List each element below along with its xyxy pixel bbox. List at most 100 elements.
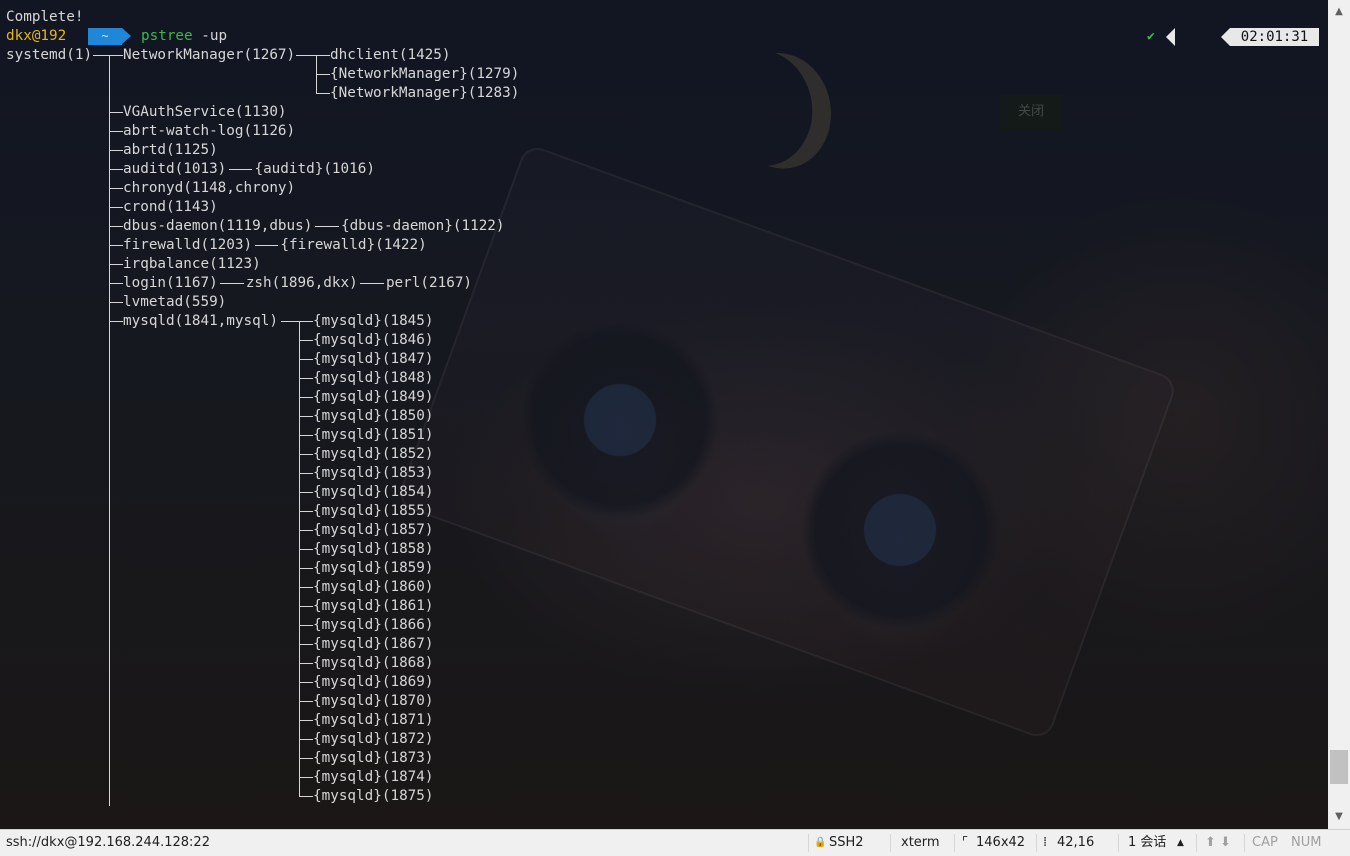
terminal-window[interactable]: 关闭 Complete! dkx@192 ~ pstree -up ✔ 02:0… bbox=[0, 0, 1328, 829]
tree-process: {mysqld}(1873) bbox=[313, 750, 434, 766]
tree-branch-line bbox=[299, 359, 313, 360]
command-args: -up bbox=[192, 28, 228, 44]
tree-process: {mysqld}(1859) bbox=[313, 560, 434, 576]
tree-process: {firewalld}(1422) bbox=[280, 237, 427, 253]
background-cassette-image bbox=[395, 142, 1179, 742]
tree-branch-line bbox=[299, 701, 313, 702]
tree-branch-line bbox=[109, 226, 123, 227]
tree-process: {mysqld}(1874) bbox=[313, 769, 434, 785]
tree-process: zsh(1896,dkx) bbox=[245, 275, 358, 291]
tree-branch-line bbox=[109, 302, 123, 303]
tree-branch-line bbox=[109, 112, 123, 113]
tree-branch-line bbox=[254, 245, 279, 246]
tree-branch-line bbox=[299, 492, 313, 493]
scroll-down-icon[interactable]: ▼ bbox=[1328, 807, 1350, 827]
prompt-user-host: dkx@192 bbox=[6, 28, 67, 44]
tree-branch-line bbox=[299, 416, 313, 417]
tree-process: VGAuthService(1130) bbox=[123, 104, 287, 120]
scrollbar-thumb[interactable] bbox=[1330, 750, 1348, 784]
terminal-type: xterm bbox=[901, 835, 940, 850]
tree-branch-line bbox=[299, 530, 313, 531]
tree-process: {mysqld}(1851) bbox=[313, 427, 434, 443]
lock-icon: 🔒 bbox=[814, 837, 827, 848]
tree-branch-line bbox=[299, 758, 313, 759]
tree-process: auditd(1013) bbox=[123, 161, 227, 177]
tree-process: {mysqld}(1875) bbox=[313, 788, 434, 804]
tree-process: {mysqld}(1847) bbox=[313, 351, 434, 367]
tree-root-process: systemd(1) bbox=[6, 47, 93, 63]
tree-branch-line bbox=[228, 169, 253, 170]
tree-branch-line bbox=[299, 435, 313, 436]
tree-process: login(1167) bbox=[123, 275, 218, 291]
tree-process: {mysqld}(1860) bbox=[313, 579, 434, 595]
tree-branch-line bbox=[299, 587, 313, 588]
tree-branch-line bbox=[299, 568, 313, 569]
status-divider bbox=[1118, 834, 1119, 852]
tree-process: crond(1143) bbox=[123, 199, 218, 215]
tree-branch-line bbox=[315, 226, 339, 227]
terminal-size: 146x42 bbox=[976, 835, 1026, 850]
tree-process: chronyd(1148,chrony) bbox=[123, 180, 296, 196]
tree-branch-line bbox=[299, 454, 313, 455]
tree-process: {mysqld}(1870) bbox=[313, 693, 434, 709]
navigation-arrows-icon[interactable]: ⬆ ⬇ bbox=[1205, 830, 1231, 856]
size-icon: ⌜ bbox=[962, 835, 969, 850]
prompt-clock: 02:01:31 bbox=[1221, 28, 1319, 46]
tree-branch-line bbox=[109, 131, 123, 132]
background-close-label: 关闭 bbox=[1000, 95, 1062, 129]
tree-branch-line bbox=[109, 55, 110, 806]
command-name: pstree bbox=[141, 28, 193, 44]
status-check-icon: ✔ bbox=[1147, 29, 1155, 44]
status-divider bbox=[954, 834, 955, 852]
tree-process: {mysqld}(1872) bbox=[313, 731, 434, 747]
tree-process: {mysqld}(1869) bbox=[313, 674, 434, 690]
tree-branch-line bbox=[360, 283, 384, 284]
tree-branch-line bbox=[299, 796, 313, 797]
tree-branch-line bbox=[299, 340, 313, 341]
vertical-scrollbar[interactable]: ▲ ▼ bbox=[1328, 0, 1350, 829]
session-count[interactable]: 1 会话 bbox=[1128, 830, 1166, 856]
status-divider bbox=[808, 834, 809, 852]
tree-branch-line bbox=[280, 321, 313, 322]
cursor-icon: ⁞ bbox=[1043, 835, 1048, 850]
tree-branch-line bbox=[299, 682, 313, 683]
tree-process: {mysqld}(1845) bbox=[313, 313, 434, 329]
tree-branch-line bbox=[299, 473, 313, 474]
tree-branch-line bbox=[109, 207, 123, 208]
tree-branch-line bbox=[109, 150, 123, 151]
tree-branch-line bbox=[316, 74, 330, 75]
tree-branch-line bbox=[299, 739, 313, 740]
num-lock-indicator: NUM bbox=[1291, 835, 1322, 850]
terminal-output-line: Complete! bbox=[6, 9, 84, 25]
tree-process: abrtd(1125) bbox=[123, 142, 218, 158]
cursor-position: 42,16 bbox=[1057, 835, 1095, 850]
tree-branch-line bbox=[109, 283, 123, 284]
tree-branch-line bbox=[299, 606, 313, 607]
tree-process: {mysqld}(1857) bbox=[313, 522, 434, 538]
tree-process: {mysqld}(1846) bbox=[313, 332, 434, 348]
tree-process: mysqld(1841,mysql) bbox=[123, 313, 278, 329]
background-cassette-reel bbox=[800, 430, 1000, 630]
protocol-label: SSH2 bbox=[829, 835, 864, 850]
tree-branch-line bbox=[109, 188, 123, 189]
tree-branch-line bbox=[299, 321, 300, 796]
scroll-up-icon[interactable]: ▲ bbox=[1328, 2, 1350, 22]
tree-process: {mysqld}(1867) bbox=[313, 636, 434, 652]
tree-process: {mysqld}(1871) bbox=[313, 712, 434, 728]
status-divider bbox=[1244, 834, 1245, 852]
tree-process: {mysqld}(1866) bbox=[313, 617, 434, 633]
prompt-directory: ~ bbox=[88, 28, 131, 45]
tree-process: {mysqld}(1854) bbox=[313, 484, 434, 500]
tree-branch-line bbox=[316, 93, 330, 94]
tree-process: perl(2167) bbox=[385, 275, 473, 291]
tree-process: {mysqld}(1848) bbox=[313, 370, 434, 386]
segment-arrow-icon bbox=[1166, 28, 1175, 46]
status-divider bbox=[890, 834, 891, 852]
tree-process: {auditd}(1016) bbox=[254, 161, 375, 177]
tree-branch-line bbox=[299, 625, 313, 626]
session-caret-icon[interactable]: ▲ bbox=[1177, 830, 1184, 856]
tree-branch-line bbox=[220, 283, 244, 284]
connection-address: ssh://dkx@192.168.244.128:22 bbox=[6, 835, 210, 850]
tree-process: {mysqld}(1849) bbox=[313, 389, 434, 405]
background-cassette-reel bbox=[520, 320, 720, 520]
